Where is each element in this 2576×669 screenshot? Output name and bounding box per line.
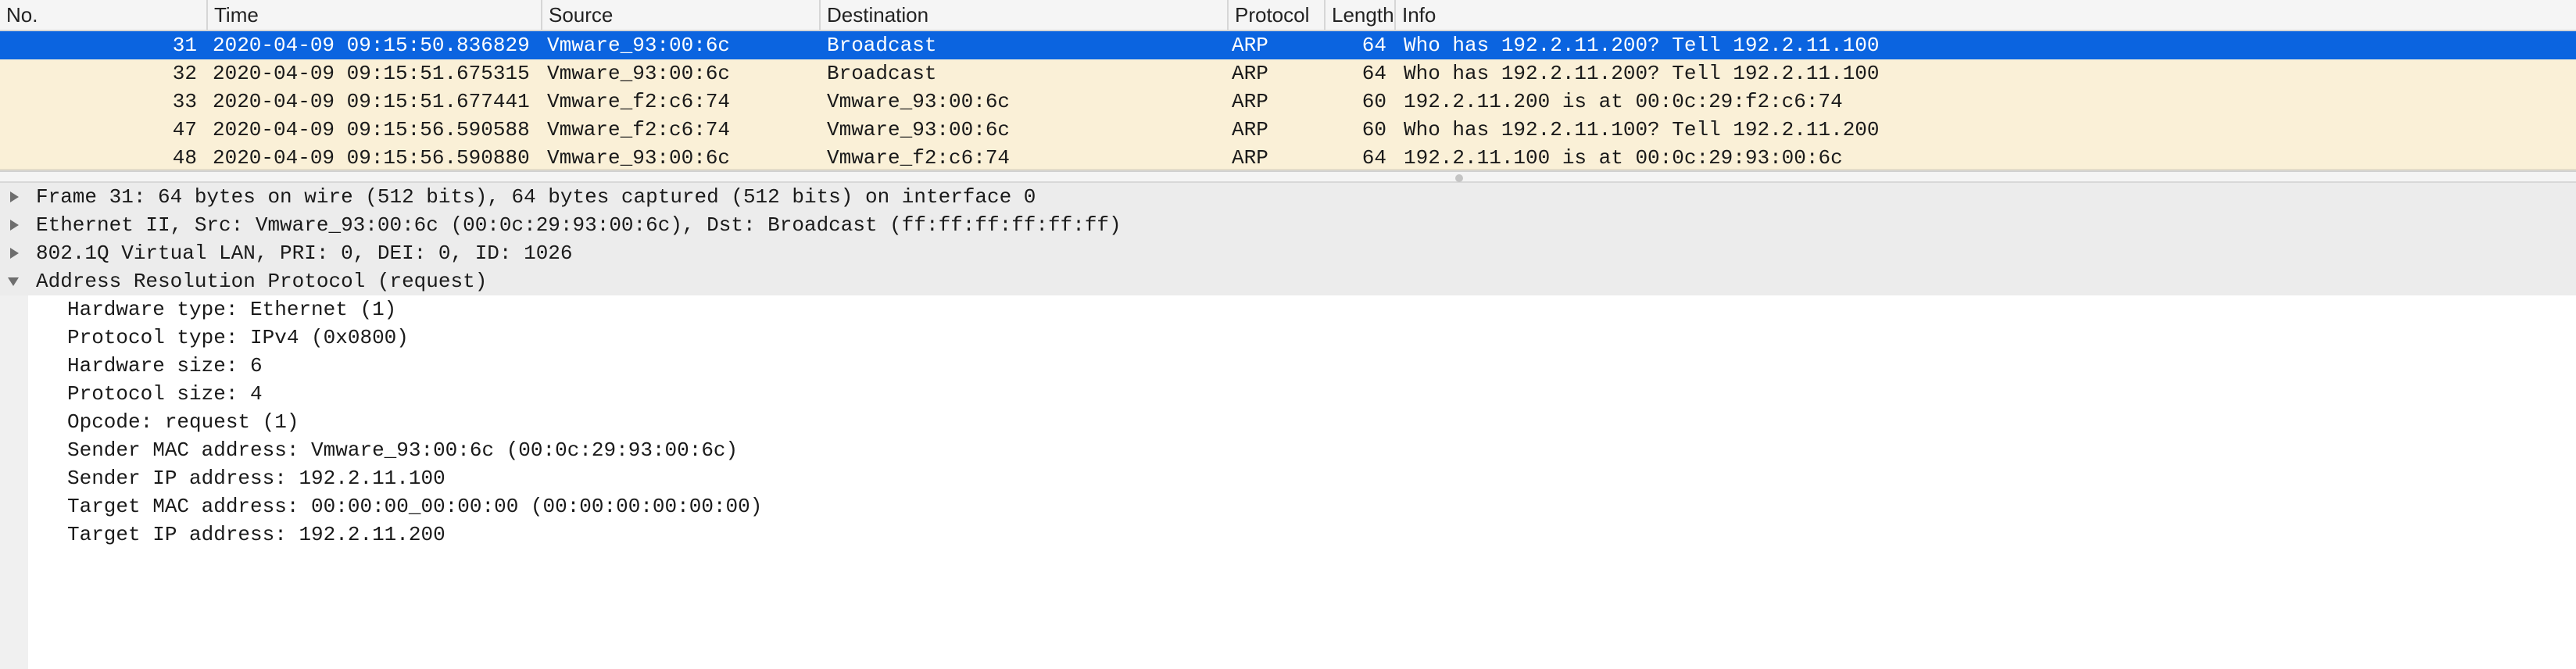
packet-info: Who has 192.2.11.100? Tell 192.2.11.200	[1404, 118, 1880, 141]
packet-no: 31	[172, 34, 197, 57]
splitter-grip-icon[interactable]	[1455, 174, 1463, 182]
tree-field-label: Sender IP address: 192.2.11.100	[67, 467, 445, 490]
packet-destination: Vmware_f2:c6:74	[827, 146, 1011, 170]
tree-item-label: 802.1Q Virtual LAN, PRI: 0, DEI: 0, ID: …	[36, 241, 573, 265]
column-header-no[interactable]: No.	[0, 0, 206, 30]
packet-length: 60	[1361, 118, 1386, 141]
tree-field-label: Opcode: request (1)	[67, 410, 299, 434]
tree-item-ethernet[interactable]: Ethernet II, Src: Vmware_93:00:6c (00:0c…	[0, 211, 2576, 239]
packet-row[interactable]: 31 2020-04-09 09:15:50.836829 Vmware_93:…	[0, 31, 2576, 59]
tree-field-protocol-size[interactable]: Protocol size: 4	[0, 380, 2576, 408]
pane-splitter[interactable]	[0, 170, 2576, 183]
tree-field-target-ip[interactable]: Target IP address: 192.2.11.200	[0, 521, 2576, 549]
packet-no: 48	[172, 146, 197, 170]
disclosure-down-icon[interactable]	[6, 267, 22, 295]
column-header-time[interactable]: Time	[206, 0, 541, 30]
packet-protocol: ARP	[1232, 90, 1268, 113]
packet-destination: Broadcast	[827, 34, 937, 57]
packet-info: Who has 192.2.11.200? Tell 192.2.11.100	[1404, 62, 1880, 85]
packet-row[interactable]: 48 2020-04-09 09:15:56.590880 Vmware_93:…	[0, 144, 2576, 172]
packet-list[interactable]: No. Time Source Destination Protocol Len…	[0, 0, 2576, 172]
packet-time: 2020-04-09 09:15:56.590880	[213, 146, 530, 170]
tree-field-label: Target MAC address: 00:00:00_00:00:00 (0…	[67, 495, 763, 518]
packet-protocol: ARP	[1232, 118, 1268, 141]
packet-time: 2020-04-09 09:15:56.590588	[213, 118, 530, 141]
tree-field-label: Protocol type: IPv4 (0x0800)	[67, 326, 409, 349]
packet-details-tree[interactable]: Frame 31: 64 bytes on wire (512 bits), 6…	[0, 183, 2576, 669]
packet-info: 192.2.11.200 is at 00:0c:29:f2:c6:74	[1404, 90, 1843, 113]
packet-row[interactable]: 33 2020-04-09 09:15:51.677441 Vmware_f2:…	[0, 88, 2576, 116]
packet-source: Vmware_f2:c6:74	[547, 118, 731, 141]
packet-length: 64	[1361, 146, 1386, 170]
packet-info: Who has 192.2.11.200? Tell 192.2.11.100	[1404, 34, 1880, 57]
column-header-length[interactable]: Length	[1324, 0, 1394, 30]
tree-field-hardware-type[interactable]: Hardware type: Ethernet (1)	[0, 295, 2576, 324]
packet-info: 192.2.11.100 is at 00:0c:29:93:00:6c	[1404, 146, 1843, 170]
column-header-source[interactable]: Source	[541, 0, 819, 30]
tree-field-label: Hardware type: Ethernet (1)	[67, 298, 397, 321]
packet-no: 33	[172, 90, 197, 113]
disclosure-right-icon[interactable]	[6, 211, 22, 239]
tree-field-label: Hardware size: 6	[67, 354, 263, 377]
packet-length: 60	[1361, 90, 1386, 113]
packet-protocol: ARP	[1232, 62, 1268, 85]
packet-row[interactable]: 47 2020-04-09 09:15:56.590588 Vmware_f2:…	[0, 116, 2576, 144]
tree-field-sender-mac[interactable]: Sender MAC address: Vmware_93:00:6c (00:…	[0, 436, 2576, 464]
packet-source: Vmware_93:00:6c	[547, 146, 731, 170]
packet-source: Vmware_93:00:6c	[547, 34, 731, 57]
packet-time: 2020-04-09 09:15:50.836829	[213, 34, 530, 57]
tree-field-sender-ip[interactable]: Sender IP address: 192.2.11.100	[0, 464, 2576, 492]
tree-item-label: Frame 31: 64 bytes on wire (512 bits), 6…	[36, 185, 1036, 209]
packet-source: Vmware_93:00:6c	[547, 62, 731, 85]
tree-item-frame[interactable]: Frame 31: 64 bytes on wire (512 bits), 6…	[0, 183, 2576, 211]
column-header-destination[interactable]: Destination	[819, 0, 1227, 30]
tree-field-label: Sender MAC address: Vmware_93:00:6c (00:…	[67, 438, 739, 462]
disclosure-right-icon[interactable]	[6, 239, 22, 267]
tree-field-hardware-size[interactable]: Hardware size: 6	[0, 352, 2576, 380]
packet-list-header: No. Time Source Destination Protocol Len…	[0, 0, 2576, 31]
packet-length: 64	[1361, 34, 1386, 57]
packet-time: 2020-04-09 09:15:51.677441	[213, 90, 530, 113]
tree-field-label: Protocol size: 4	[67, 382, 263, 406]
disclosure-right-icon[interactable]	[6, 183, 22, 211]
packet-time: 2020-04-09 09:15:51.675315	[213, 62, 530, 85]
packet-row[interactable]: 32 2020-04-09 09:15:51.675315 Vmware_93:…	[0, 59, 2576, 88]
packet-protocol: ARP	[1232, 34, 1268, 57]
tree-field-protocol-type[interactable]: Protocol type: IPv4 (0x0800)	[0, 324, 2576, 352]
packet-no: 32	[172, 62, 197, 85]
tree-field-opcode[interactable]: Opcode: request (1)	[0, 408, 2576, 436]
packet-length: 64	[1361, 62, 1386, 85]
tree-field-target-mac[interactable]: Target MAC address: 00:00:00_00:00:00 (0…	[0, 492, 2576, 521]
tree-item-label: Address Resolution Protocol (request)	[36, 270, 488, 293]
packet-destination: Vmware_93:00:6c	[827, 118, 1011, 141]
column-header-info[interactable]: Info	[1394, 0, 2576, 30]
packet-no: 47	[172, 118, 197, 141]
column-header-protocol[interactable]: Protocol	[1227, 0, 1324, 30]
packet-destination: Broadcast	[827, 62, 937, 85]
tree-field-label: Target IP address: 192.2.11.200	[67, 523, 445, 546]
packet-destination: Vmware_93:00:6c	[827, 90, 1011, 113]
tree-item-arp[interactable]: Address Resolution Protocol (request)	[0, 267, 2576, 295]
packet-protocol: ARP	[1232, 146, 1268, 170]
tree-item-label: Ethernet II, Src: Vmware_93:00:6c (00:0c…	[36, 213, 1122, 237]
packet-source: Vmware_f2:c6:74	[547, 90, 731, 113]
tree-item-vlan[interactable]: 802.1Q Virtual LAN, PRI: 0, DEI: 0, ID: …	[0, 239, 2576, 267]
